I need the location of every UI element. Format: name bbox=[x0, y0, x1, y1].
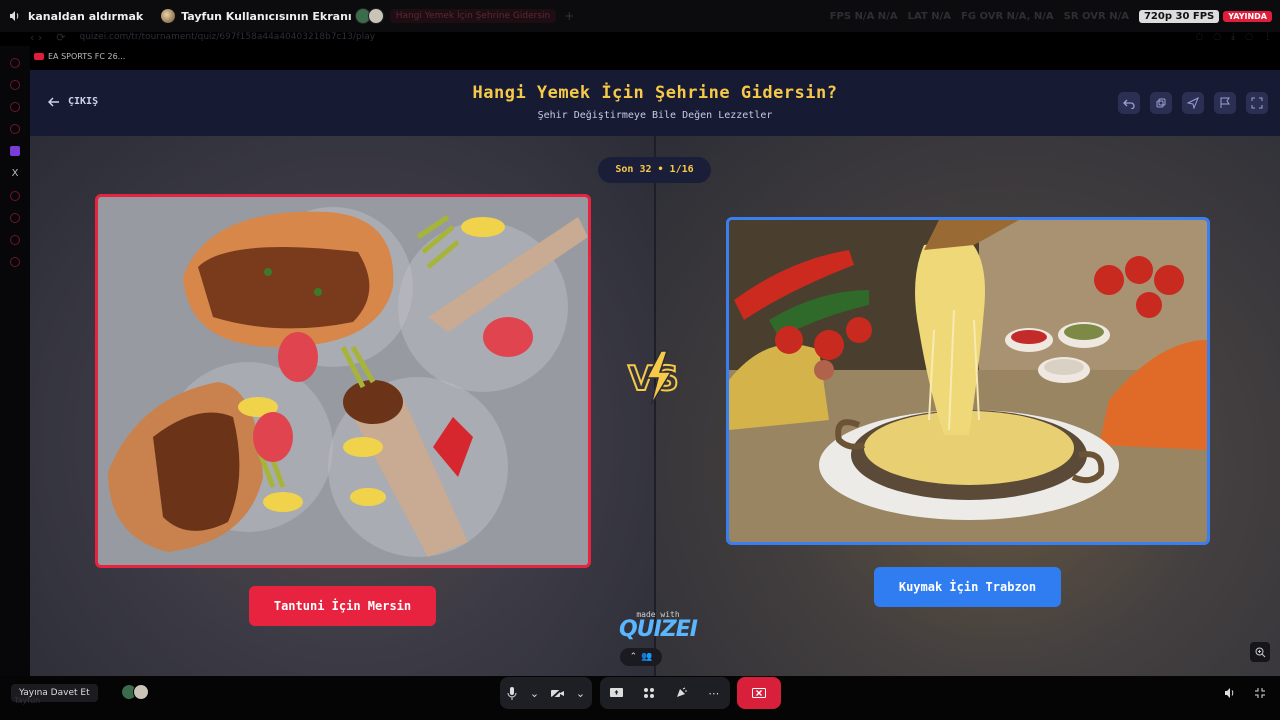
microphone-icon[interactable] bbox=[501, 682, 523, 704]
volume-icon[interactable] bbox=[1224, 684, 1236, 703]
more-icon[interactable]: ⋯ bbox=[703, 682, 725, 704]
bookmark-label: EA SPORTS FC 26... bbox=[48, 52, 126, 61]
right-choice-button[interactable]: Kuymak İçin Trabzon bbox=[874, 567, 1061, 607]
zoom-icon[interactable] bbox=[1250, 642, 1270, 662]
sidebar-icon-4 bbox=[10, 124, 20, 134]
people-icon: 👥 bbox=[641, 652, 653, 662]
call-right-controls bbox=[1224, 684, 1266, 703]
share-icon[interactable] bbox=[1150, 92, 1172, 114]
activity-controls: ⋯ bbox=[600, 677, 730, 709]
header-actions bbox=[1118, 92, 1268, 114]
viewer-avatars[interactable] bbox=[354, 8, 384, 24]
fullscreen-icon[interactable] bbox=[1246, 92, 1268, 114]
twitch-icon bbox=[10, 146, 20, 156]
camera-off-icon[interactable] bbox=[547, 682, 569, 704]
sidebar-icon-5 bbox=[10, 191, 20, 201]
made-with-badge[interactable]: made with QUIZEI bbox=[613, 610, 703, 642]
stat-fg-ovr: FG OVR N/A, N/A bbox=[960, 10, 1054, 22]
quiz-title: Hangi Yemek İçin Şehrine Gidersin? bbox=[472, 83, 838, 103]
live-badge: YAYINDA bbox=[1223, 10, 1272, 22]
vs-badge: VS bbox=[625, 348, 691, 408]
tantuni-image bbox=[98, 197, 588, 565]
center-divider bbox=[654, 136, 656, 686]
left-choice-button[interactable]: Tantuni İçin Mersin bbox=[249, 586, 436, 626]
participant-avatars[interactable] bbox=[121, 684, 149, 700]
screen-share-icon[interactable] bbox=[605, 682, 627, 704]
flag-icon[interactable] bbox=[1214, 92, 1236, 114]
sidebar-icon-1 bbox=[10, 58, 20, 68]
exit-fullscreen-icon[interactable] bbox=[1254, 684, 1266, 703]
stop-share-icon bbox=[752, 687, 766, 698]
browser-toolbar: ‹ › ⟳ quizei.com/tr/tournament/quiz/697f… bbox=[30, 28, 1280, 46]
x-icon: X bbox=[11, 168, 19, 179]
quiz-app: ÇIKIŞ Hangi Yemek İçin Şehrine Gidersin?… bbox=[30, 70, 1280, 686]
sidebar-icon-2 bbox=[10, 80, 20, 90]
sidebar-icon-8 bbox=[10, 257, 20, 267]
sidebar-icon-6 bbox=[10, 213, 20, 223]
stop-streaming-button[interactable] bbox=[737, 677, 781, 709]
stream-quality-badge: 720p 30 FPS bbox=[1138, 9, 1220, 23]
youtube-icon bbox=[34, 53, 44, 60]
sidebar-icon-7 bbox=[10, 235, 20, 245]
browser-extension-icons: ◌ ◌ ⤓ ◌ ⋮ bbox=[1195, 32, 1272, 42]
back-nav-icon: ‹ › bbox=[30, 30, 43, 44]
right-option-card[interactable] bbox=[726, 217, 1210, 545]
stat-sr-ovr: SR OVR N/A bbox=[1063, 10, 1129, 22]
quiz-subtitle: Şehir Değiştirmeye Bile Değen Lezzetler bbox=[537, 110, 773, 121]
streamer-avatar bbox=[161, 9, 176, 23]
round-indicator: Son 32 • 1/16 bbox=[598, 157, 711, 183]
send-icon[interactable] bbox=[1182, 92, 1204, 114]
stat-latency: LAT N/A bbox=[907, 10, 951, 22]
voice-channel-name: kanaldan aldırmak bbox=[28, 9, 144, 23]
stream-title: Tayfun Kullanıcısının Ekranı bbox=[181, 9, 352, 23]
reload-icon: ⟳ bbox=[56, 30, 66, 44]
soundboard-icon[interactable] bbox=[670, 682, 692, 704]
stream-expander[interactable]: ⌃ 👥 bbox=[620, 648, 662, 666]
chevron-down-icon[interactable]: ⌄ bbox=[570, 682, 592, 704]
browser-sidebar: X bbox=[0, 46, 30, 686]
avatar bbox=[133, 684, 149, 700]
chevron-up-icon: ⌃ bbox=[629, 652, 638, 662]
undo-icon[interactable] bbox=[1118, 92, 1140, 114]
stat-fps: FPS N/A N/A bbox=[829, 10, 898, 22]
new-tab-icon: + bbox=[564, 9, 575, 23]
sidebar-icon-3 bbox=[10, 102, 20, 112]
bookmark-item: EA SPORTS FC 26... bbox=[34, 52, 125, 61]
speaker-icon[interactable] bbox=[8, 9, 22, 23]
activities-icon[interactable] bbox=[638, 682, 660, 704]
kuymak-image bbox=[729, 220, 1207, 542]
chevron-down-icon[interactable]: ⌄ bbox=[524, 682, 546, 704]
quizei-logo: QUIZEI bbox=[619, 617, 698, 642]
left-option-card[interactable] bbox=[95, 194, 591, 568]
stream-stats: FPS N/A N/A LAT N/A FG OVR N/A, N/A SR O… bbox=[830, 11, 1129, 22]
browser-tab-ghost: Hangi Yemek İçin Şehrine Gidersin bbox=[389, 9, 557, 23]
audio-video-controls: ⌄ ⌄ bbox=[500, 677, 592, 709]
taskbar-hint: Tayfun bbox=[14, 696, 41, 705]
address-bar: quizei.com/tr/tournament/quiz/697f158a44… bbox=[79, 32, 376, 42]
quiz-header: ÇIKIŞ Hangi Yemek İçin Şehrine Gidersin?… bbox=[30, 70, 1280, 136]
